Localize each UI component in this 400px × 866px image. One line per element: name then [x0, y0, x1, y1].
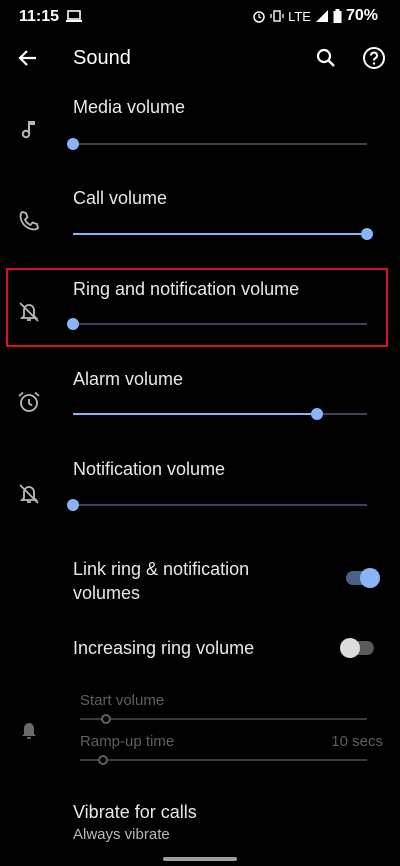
network-type: LTE	[288, 8, 311, 24]
status-bar: 11:15 LTE 70%	[0, 0, 400, 34]
help-icon[interactable]	[362, 46, 386, 70]
call-volume-label: Call volume	[73, 188, 168, 208]
call-volume-slider[interactable]	[73, 228, 373, 240]
alarm-status-icon	[253, 11, 265, 23]
signal-icon	[315, 10, 328, 22]
vibrate-for-calls-item[interactable]: Vibrate for calls Always vibrate	[73, 802, 197, 843]
page-title: Sound	[73, 47, 131, 69]
alarm-volume-label: Alarm volume	[73, 369, 184, 389]
ramp-up-value: 10 secs	[331, 733, 383, 750]
ramp-up-slider	[80, 755, 367, 765]
music-note-icon	[21, 121, 35, 139]
link-ring-toggle[interactable]	[346, 568, 380, 588]
start-volume-slider	[80, 714, 367, 724]
status-time: 11:15	[19, 8, 60, 25]
laptop-icon	[66, 10, 82, 22]
call-volume-thumb[interactable]	[361, 228, 373, 240]
media-volume-label: Media volume	[73, 97, 186, 117]
bell-off-icon	[19, 484, 39, 504]
battery-percent: 70%	[345, 7, 378, 24]
status-right: LTE 70%	[252, 7, 378, 25]
bell-ringing-icon	[22, 723, 36, 739]
media-volume-thumb[interactable]	[67, 138, 79, 150]
link-ring-label-line1: Link ring & notification	[73, 559, 250, 579]
ramp-up-label: Ramp-up time	[80, 733, 175, 750]
search-icon[interactable]	[314, 46, 338, 70]
ramp-up-thumb	[97, 755, 108, 765]
media-volume-slider[interactable]	[67, 138, 367, 150]
gesture-handle[interactable]	[163, 857, 237, 861]
notification-volume-label: Notification volume	[73, 459, 226, 479]
alarm-volume-slider[interactable]	[73, 408, 367, 420]
ring-volume-slider[interactable]	[67, 318, 367, 330]
ring-volume-thumb[interactable]	[67, 318, 79, 330]
start-volume-label: Start volume	[80, 692, 165, 709]
app-bar: Sound	[0, 34, 400, 84]
alarm-volume-thumb[interactable]	[311, 408, 324, 420]
ring-volume-label: Ring and notification volume	[73, 279, 300, 299]
link-ring-label-line2: volumes	[73, 583, 141, 603]
bell-off-icon	[19, 302, 39, 322]
increasing-ring-label: Increasing ring volume	[73, 638, 255, 658]
vibrate-icon	[270, 10, 284, 22]
start-volume-thumb	[100, 714, 111, 724]
link-ring-item[interactable]: Link ring & notification volumes	[73, 557, 249, 605]
vibrate-value: Always vibrate	[73, 826, 170, 843]
back-arrow-icon[interactable]	[16, 46, 40, 70]
notification-volume-slider[interactable]	[67, 499, 367, 511]
battery-icon	[333, 9, 342, 23]
increasing-ring-toggle[interactable]	[340, 638, 376, 658]
notification-volume-thumb[interactable]	[67, 499, 79, 511]
alarm-icon	[18, 391, 40, 412]
phone-icon	[19, 211, 39, 231]
vibrate-label: Vibrate for calls	[73, 802, 197, 822]
